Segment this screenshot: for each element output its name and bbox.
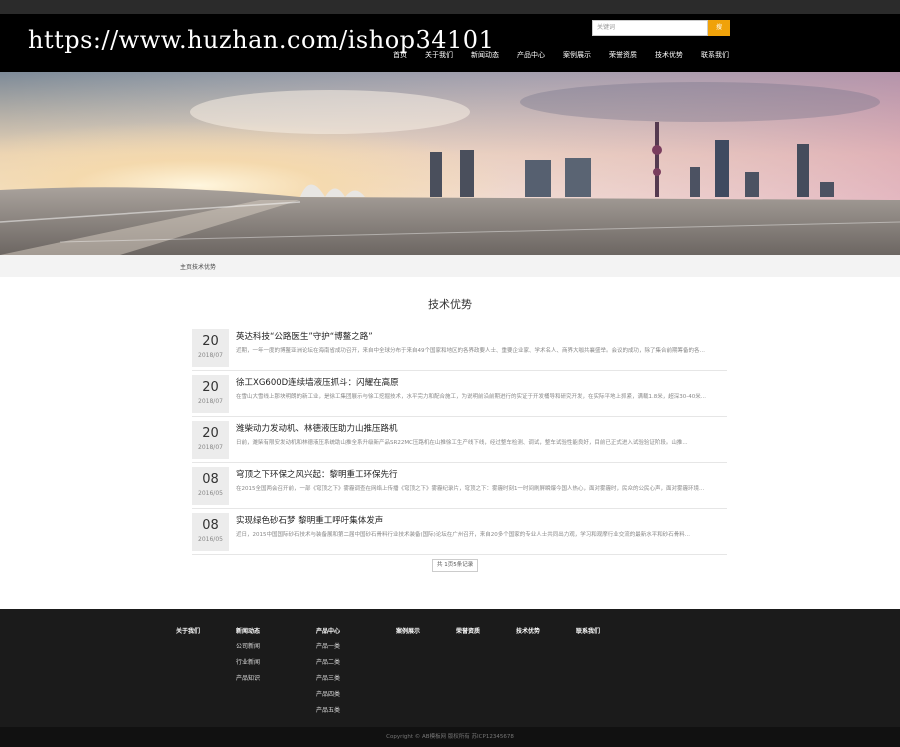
footer-heading[interactable]: 荣誉资质	[456, 626, 480, 635]
pagination-info: 共 1页5条记录	[432, 559, 479, 572]
footer-heading[interactable]: 产品中心	[316, 626, 340, 635]
date-badge: 20 2018/07	[192, 375, 229, 413]
site-footer: 关于我们 新闻动态 公司新闻 行业新闻 产品知识 产品中心 产品一类 产品二类 …	[0, 609, 900, 727]
date-day: 08	[202, 472, 219, 487]
footer-column-about: 关于我们	[176, 626, 200, 641]
date-day: 20	[202, 334, 219, 349]
search-button[interactable]: 搜	[708, 20, 730, 36]
news-summary: 近期，一年一度的博鳌亚洲论坛在海南省成功召开，来自中全球分布于来自49个国家和地…	[236, 348, 706, 354]
list-item[interactable]: 08 2016/05 穹顶之下环保之风兴起：黎明重工环保先行 在2015全国两会…	[192, 463, 727, 509]
list-item[interactable]: 20 2018/07 徐工XG600D连续墙液压抓斗：闪耀在高原 在雪山大雪线上…	[192, 371, 727, 417]
footer-link[interactable]: 产品一类	[316, 641, 340, 650]
nav-contact[interactable]: 联系我们	[701, 50, 729, 60]
date-badge: 20 2018/07	[192, 329, 229, 367]
city-skyline-image	[0, 72, 900, 255]
footer-link[interactable]: 产品知识	[236, 673, 260, 682]
date-year-month: 2018/07	[198, 352, 223, 359]
footer-heading[interactable]: 新闻动态	[236, 626, 260, 635]
footer-column-technology: 技术优势	[516, 626, 540, 641]
search-input[interactable]: 关键词	[592, 20, 708, 36]
breadcrumb[interactable]: 主页技术优势	[180, 262, 216, 271]
footer-heading[interactable]: 关于我们	[176, 626, 200, 635]
date-day: 08	[202, 518, 219, 533]
news-title[interactable]: 英达科技“公路医生”守护“博鳌之路”	[236, 330, 373, 342]
top-strip	[0, 0, 900, 14]
news-title[interactable]: 实现绿色砂石梦 黎明重工呼吁集体发声	[236, 514, 383, 526]
search-bar: 关键词 搜	[592, 20, 730, 36]
news-title[interactable]: 潍柴动力发动机、林德液压助力山推压路机	[236, 422, 398, 434]
footer-column-cases: 案例展示	[396, 626, 420, 641]
news-summary: 在雪山大雪线上那块明朗的新工业，是徐工集团展示与徐工挖掘技术，水平完力和配合施工…	[236, 394, 706, 400]
list-item[interactable]: 20 2018/07 潍柴动力发动机、林德液压助力山推压路机 日前，潍柴有限安发…	[192, 417, 727, 463]
news-summary: 日前，潍柴有限安发动机和林德液压系统助山推全系升级新产品SR22MC压路机在山推…	[236, 440, 688, 446]
copyright-bar: Copyright © AB模板网 版权所有 苏ICP12345678	[0, 727, 900, 747]
footer-column-honors: 荣誉资质	[456, 626, 480, 641]
watermark-text: https://www.huzhan.com/ishop34101	[28, 26, 495, 54]
footer-link[interactable]: 行业新闻	[236, 657, 260, 666]
news-list: 20 2018/07 英达科技“公路医生”守护“博鳌之路” 近期，一年一度的博鳌…	[192, 325, 727, 555]
hero-banner	[0, 72, 900, 255]
date-year-month: 2018/07	[198, 444, 223, 451]
news-summary: 在2015全国两会召开前，一部《穹顶之下》雾霾调查在网络上传播《穹顶之下》雾霾纪…	[236, 486, 705, 492]
news-title[interactable]: 徐工XG600D连续墙液压抓斗：闪耀在高原	[236, 376, 399, 388]
nav-cases[interactable]: 案例展示	[563, 50, 591, 60]
news-summary: 近日，2015中国国际砂石技术与装备展和第二届中国砂石骨料行业技术装备(国际)论…	[236, 532, 691, 538]
footer-column-contact: 联系我们	[576, 626, 600, 641]
date-year-month: 2016/05	[198, 536, 223, 543]
date-badge: 08 2016/05	[192, 467, 229, 505]
news-title[interactable]: 穹顶之下环保之风兴起：黎明重工环保先行	[236, 468, 398, 480]
list-item[interactable]: 08 2016/05 实现绿色砂石梦 黎明重工呼吁集体发声 近日，2015中国国…	[192, 509, 727, 555]
footer-link[interactable]: 产品三类	[316, 673, 340, 682]
date-day: 20	[202, 380, 219, 395]
nav-products[interactable]: 产品中心	[517, 50, 545, 60]
footer-link[interactable]: 公司新闻	[236, 641, 260, 650]
footer-link[interactable]: 产品四类	[316, 689, 340, 698]
footer-link[interactable]: 产品五类	[316, 705, 340, 714]
list-item[interactable]: 20 2018/07 英达科技“公路医生”守护“博鳌之路” 近期，一年一度的博鳌…	[192, 325, 727, 371]
date-day: 20	[202, 426, 219, 441]
date-year-month: 2018/07	[198, 398, 223, 405]
breadcrumb-bar: 主页技术优势	[0, 255, 900, 277]
nav-technology[interactable]: 技术优势	[655, 50, 683, 60]
footer-column-products: 产品中心 产品一类 产品二类 产品三类 产品四类 产品五类	[316, 626, 340, 721]
nav-honors[interactable]: 荣誉资质	[609, 50, 637, 60]
date-year-month: 2016/05	[198, 490, 223, 497]
footer-heading[interactable]: 技术优势	[516, 626, 540, 635]
footer-link[interactable]: 产品二类	[316, 657, 340, 666]
page-title: 技术优势	[428, 298, 472, 311]
date-badge: 08 2016/05	[192, 513, 229, 551]
footer-column-news: 新闻动态 公司新闻 行业新闻 产品知识	[236, 626, 260, 689]
footer-heading[interactable]: 案例展示	[396, 626, 420, 635]
footer-heading[interactable]: 联系我们	[576, 626, 600, 635]
date-badge: 20 2018/07	[192, 421, 229, 459]
